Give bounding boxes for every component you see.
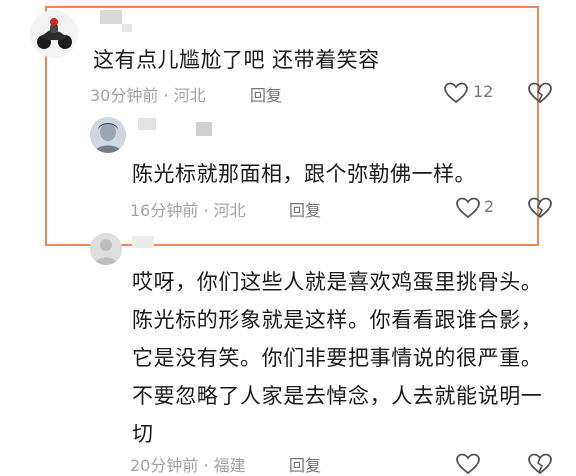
- like-count: 2: [484, 197, 495, 216]
- username-blurred: [196, 122, 212, 136]
- username-blurred: [138, 118, 156, 130]
- comment-meta: 16分钟前 · 河北: [130, 201, 246, 220]
- username-blurred: [122, 24, 132, 32]
- dislike-icon[interactable]: [527, 452, 553, 476]
- comment-meta: 20分钟前 · 福建: [130, 456, 246, 475]
- comment-text: 这有点儿尴尬了吧 还带着笑容: [93, 48, 380, 72]
- heart-icon[interactable]: [455, 196, 481, 220]
- avatar[interactable]: [30, 10, 78, 58]
- reply-button[interactable]: 回复: [289, 452, 321, 476]
- heart-icon[interactable]: [443, 81, 469, 105]
- reply-button[interactable]: 回复: [289, 197, 321, 221]
- comment-line: 它是没有笑。你们非要把事情说的很严重。: [132, 346, 543, 370]
- comment-text: 陈光标就那面相，跟个弥勒佛一样。: [132, 162, 476, 186]
- comment-line: 不要忽略了人家是去悼念，人去就能说明一: [132, 384, 543, 408]
- user-photo-icon: [90, 117, 126, 153]
- default-avatar-icon: [90, 233, 122, 265]
- reply-button[interactable]: 回复: [250, 82, 282, 106]
- comment-line: 哎呀，你们这些人就是喜欢鸡蛋里挑骨头。: [132, 270, 543, 294]
- dislike-icon[interactable]: [527, 81, 553, 105]
- avatar[interactable]: [90, 117, 126, 153]
- comment-meta: 30分钟前 · 河北: [90, 86, 206, 105]
- heart-icon[interactable]: [455, 452, 481, 476]
- username-blurred: [100, 10, 122, 24]
- dislike-icon[interactable]: [527, 196, 553, 220]
- comment-line: 切: [132, 422, 154, 446]
- username-blurred: [132, 236, 154, 248]
- comment-line: 陈光标的形象就是这样。你看看跟谁合影，: [132, 308, 543, 332]
- motorcycle-icon: [37, 18, 72, 49]
- like-count: 12: [473, 82, 494, 101]
- avatar[interactable]: [90, 233, 122, 265]
